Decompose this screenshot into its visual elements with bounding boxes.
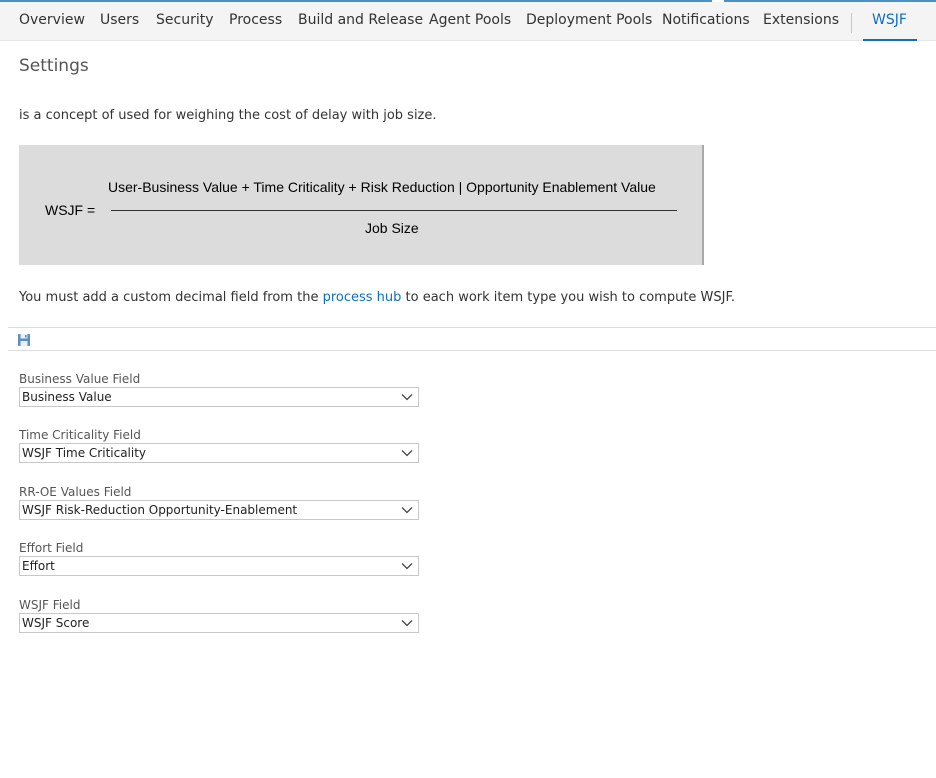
rr-oe-values-field-label: RR-OE Values Field	[19, 485, 132, 499]
wsjf-field-label: WSJF Field	[19, 598, 81, 612]
rr-oe-values-field-select[interactable]: WSJF Risk-Reduction Opportunity-Enableme…	[19, 500, 419, 520]
tab-build-and-release[interactable]: Build and Release	[298, 12, 423, 28]
tab-users[interactable]: Users	[100, 12, 139, 28]
tab-wsjf[interactable]: WSJF	[872, 12, 907, 28]
wsjf-field-value: WSJF Score	[22, 616, 90, 630]
toolbar	[8, 327, 936, 351]
instruction-text: You must add a custom decimal field from…	[19, 290, 735, 305]
save-button[interactable]	[17, 332, 31, 346]
process-hub-link[interactable]: process hub	[323, 290, 402, 305]
save-icon	[18, 334, 30, 346]
page-title: Settings	[19, 56, 89, 76]
chevron-down-icon	[401, 620, 413, 627]
instruction-text-after: to each work item type you wish to compu…	[401, 290, 736, 305]
tab-deployment-pools[interactable]: Deployment Pools	[526, 12, 652, 28]
active-tab-indicator	[863, 39, 917, 41]
tab-overview[interactable]: Overview	[19, 12, 85, 28]
tab-agent-pools[interactable]: Agent Pools	[429, 12, 511, 28]
time-criticality-field-label: Time Criticality Field	[19, 428, 141, 442]
tab-separator	[851, 13, 852, 33]
tab-process[interactable]: Process	[229, 12, 282, 28]
formula-numerator: User-Business Value + Time Criticality +…	[108, 179, 656, 195]
time-criticality-field-value: WSJF Time Criticality	[22, 446, 147, 460]
business-value-field-select[interactable]: Business Value	[19, 387, 419, 407]
wsjf-formula: WSJF = User-Business Value + Time Critic…	[19, 145, 704, 265]
wsjf-field-select[interactable]: WSJF Score	[19, 613, 419, 633]
tab-security[interactable]: Security	[156, 12, 214, 28]
rr-oe-values-field-value: WSJF Risk-Reduction Opportunity-Enableme…	[22, 503, 298, 517]
time-criticality-field-select[interactable]: WSJF Time Criticality	[19, 443, 419, 463]
business-value-field-value: Business Value	[22, 390, 112, 404]
tab-bar: Overview Users Security Process Build an…	[0, 2, 936, 41]
intro-text: is a concept of used for weighing the co…	[19, 108, 437, 123]
chevron-down-icon	[401, 507, 413, 514]
chevron-down-icon	[401, 563, 413, 570]
chevron-down-icon	[401, 394, 413, 401]
fraction-bar	[111, 210, 677, 211]
effort-field-select[interactable]: Effort	[19, 556, 419, 576]
business-value-field-label: Business Value Field	[19, 372, 141, 386]
effort-field-value: Effort	[22, 559, 55, 573]
instruction-text-before: You must add a custom decimal field from…	[19, 290, 323, 305]
tab-notifications[interactable]: Notifications	[662, 12, 750, 28]
formula-denominator: Job Size	[365, 220, 419, 236]
effort-field-label: Effort Field	[19, 541, 84, 555]
chevron-down-icon	[401, 450, 413, 457]
formula-lhs: WSJF =	[45, 202, 96, 218]
tab-extensions[interactable]: Extensions	[763, 12, 839, 28]
